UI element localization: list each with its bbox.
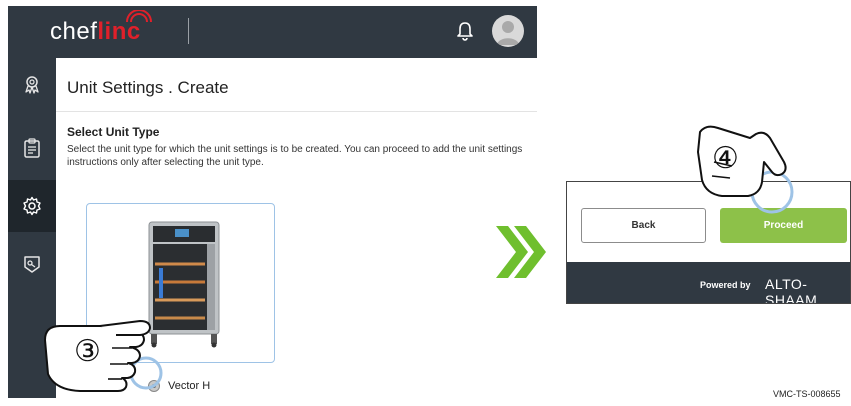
unit-type-label: Vector H [168, 380, 211, 392]
instruction-figure: cheflinc Unit Settings . Create Select U… [0, 0, 851, 406]
user-icon [497, 21, 519, 45]
signal-waves-icon [126, 10, 152, 23]
double-chevron-right-icon [496, 226, 546, 278]
bell-icon[interactable] [454, 20, 476, 42]
user-avatar[interactable] [492, 15, 524, 47]
sidebar-item-settings[interactable] [8, 180, 56, 232]
app-header: cheflinc [8, 6, 537, 58]
gear-icon [23, 196, 41, 216]
pointing-hand-icon [44, 320, 163, 392]
header-divider [188, 18, 189, 44]
step-3-marker: ③ [74, 334, 101, 369]
pointing-hand-icon [697, 125, 794, 214]
tag-icon [24, 256, 40, 273]
sidebar-item-recipes[interactable] [8, 122, 56, 174]
step-4-marker: ④ [712, 141, 739, 176]
back-button[interactable]: Back [581, 208, 706, 243]
section-description: Select the unit type for which the unit … [67, 144, 523, 168]
award-icon [25, 76, 39, 94]
sidebar-item-tags[interactable] [8, 238, 56, 290]
section-title: Select Unit Type [67, 125, 160, 139]
cheflinc-logo: cheflinc [50, 10, 152, 46]
powered-by-text: Powered by [700, 280, 751, 290]
sidebar-item-awards[interactable] [8, 58, 56, 110]
footer-bar: Powered by ALTO-SHAAM [567, 262, 850, 304]
document-id: VMC-TS-008655 [773, 389, 841, 399]
alto-shaam-logo: ALTO-SHAAM [765, 276, 818, 304]
clipboard-icon [24, 138, 40, 158]
title-divider [56, 111, 537, 112]
page-title: Unit Settings . Create [67, 78, 229, 97]
